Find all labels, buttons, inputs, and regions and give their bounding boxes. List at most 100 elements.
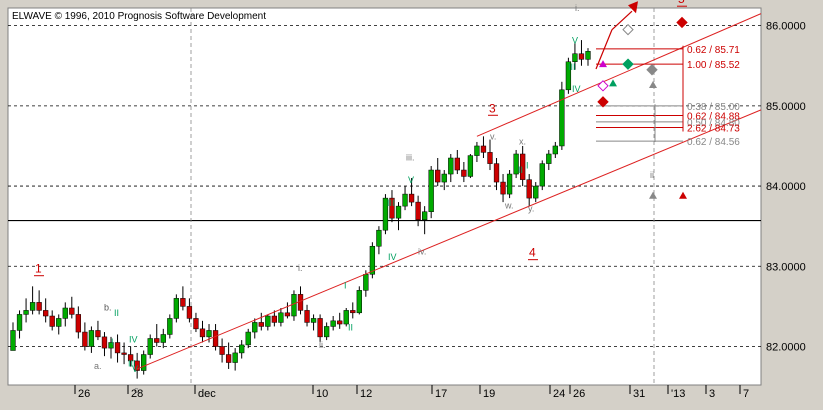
candle-down bbox=[454, 157, 460, 171]
x-tick-label: 26 bbox=[78, 388, 90, 400]
wave-label: v. bbox=[490, 132, 496, 142]
elwave-chart: 0.62 / 85.71 1.00 / 85.52 0.38 / 85.00 0.62… bbox=[0, 0, 823, 405]
wave-label: iv. bbox=[418, 246, 426, 256]
candle-up bbox=[252, 322, 258, 333]
x-tick-label: 26 bbox=[573, 388, 585, 400]
wave-label: iii. bbox=[406, 152, 415, 162]
candle-up bbox=[421, 211, 428, 221]
x-tick-label: 24 bbox=[553, 388, 565, 400]
candle-up bbox=[506, 173, 513, 195]
wave-label: y. bbox=[528, 204, 534, 214]
candle-down bbox=[317, 318, 323, 338]
x-tick-label: 7 bbox=[743, 388, 749, 400]
candle-up bbox=[29, 302, 36, 311]
x-tick-label: 3 bbox=[709, 388, 715, 400]
candle-up bbox=[206, 330, 212, 338]
x-tick-label: 19 bbox=[483, 388, 495, 400]
candle-down bbox=[578, 53, 585, 60]
wave-label: II bbox=[114, 308, 119, 318]
wave-label: i. bbox=[575, 3, 580, 13]
candle-down bbox=[408, 193, 415, 203]
wave-label: i. bbox=[298, 263, 303, 273]
candle-down bbox=[154, 338, 160, 343]
candle-up bbox=[402, 193, 408, 207]
candle-up bbox=[539, 163, 545, 187]
candle-down bbox=[500, 181, 506, 195]
candle-down bbox=[337, 320, 343, 325]
chart-svg: 0.62 / 85.711.00 / 85.520.38 / 85.000.62… bbox=[0, 0, 823, 405]
wave-label: 3 bbox=[489, 101, 496, 115]
candle-down bbox=[225, 354, 232, 363]
candle-up bbox=[23, 310, 29, 315]
candle-up bbox=[330, 320, 336, 327]
wave-label: IV bbox=[388, 252, 397, 262]
candle-up bbox=[310, 318, 317, 323]
candle-up bbox=[395, 205, 402, 219]
candle-down bbox=[487, 152, 493, 164]
candle-down bbox=[493, 163, 500, 183]
candle-up bbox=[363, 274, 369, 291]
y-tick-label: 85.0000 bbox=[766, 101, 806, 113]
candle-up bbox=[265, 315, 271, 327]
candle-up bbox=[278, 312, 284, 323]
candle-up bbox=[428, 169, 434, 212]
candle-up bbox=[167, 318, 173, 335]
x-tick-label: 28 bbox=[131, 388, 143, 400]
candle-up bbox=[474, 145, 480, 156]
candle-up bbox=[585, 51, 591, 60]
candle-down bbox=[284, 312, 291, 317]
candle-down bbox=[461, 169, 467, 177]
candle-down bbox=[36, 302, 42, 311]
wave-label: ii bbox=[650, 170, 654, 180]
candle-up bbox=[232, 352, 238, 363]
fib-level-label: 2.62 / 84.73 bbox=[687, 124, 740, 135]
x-tick-label: 12 bbox=[360, 388, 372, 400]
candle-down bbox=[69, 307, 75, 315]
candle-down bbox=[121, 352, 127, 355]
wave-label: II bbox=[348, 322, 353, 332]
candle-up bbox=[10, 330, 16, 351]
y-tick-label: 84.0000 bbox=[766, 181, 806, 193]
fib-level-label: 0.62 / 84.56 bbox=[687, 137, 740, 148]
candle-up bbox=[147, 338, 153, 355]
wave-label: 1 bbox=[35, 262, 42, 276]
x-tick-label: 31 bbox=[633, 388, 645, 400]
wave-label: V bbox=[408, 175, 414, 185]
y-tick-label: 86.0000 bbox=[766, 21, 806, 33]
candle-down bbox=[435, 169, 441, 183]
wave-label: x. bbox=[519, 136, 526, 146]
candle-down bbox=[180, 298, 186, 307]
candle-up bbox=[56, 318, 62, 327]
candle-down bbox=[186, 306, 193, 319]
copyright-text: ELWAVE © 1996, 2010 Prognosis Software D… bbox=[12, 11, 266, 22]
candle-down bbox=[258, 322, 264, 327]
candle-down bbox=[271, 315, 278, 323]
candle-up bbox=[467, 155, 474, 177]
x-tick-label: 17 bbox=[435, 388, 447, 400]
candle-down bbox=[212, 330, 219, 347]
candle-down bbox=[82, 331, 88, 347]
fib-level-label: 0.62 / 85.71 bbox=[687, 45, 740, 56]
wave-label: 5 bbox=[678, 0, 685, 6]
candle-up bbox=[376, 229, 382, 247]
x-tick-label: 10 bbox=[316, 388, 328, 400]
candle-down bbox=[193, 318, 199, 330]
candle-down bbox=[526, 179, 532, 199]
candle-down bbox=[304, 310, 310, 323]
wave-label: b. bbox=[104, 302, 112, 312]
y-tick-label: 82.0000 bbox=[766, 341, 806, 353]
candle-down bbox=[114, 342, 121, 354]
y-tick-label: 83.0000 bbox=[766, 261, 806, 273]
candle-down bbox=[480, 145, 487, 153]
wave-label: I bbox=[111, 337, 114, 347]
wave-label: a. bbox=[94, 361, 102, 371]
candle-up bbox=[173, 298, 180, 319]
candle-up bbox=[141, 354, 147, 371]
wave-label: I bbox=[526, 160, 529, 170]
candle-up bbox=[160, 334, 166, 343]
candle-down bbox=[199, 328, 206, 338]
wave-label: III bbox=[568, 62, 576, 72]
candle-down bbox=[75, 314, 81, 333]
candle-up bbox=[291, 294, 297, 317]
wave-label: IV bbox=[129, 334, 138, 344]
